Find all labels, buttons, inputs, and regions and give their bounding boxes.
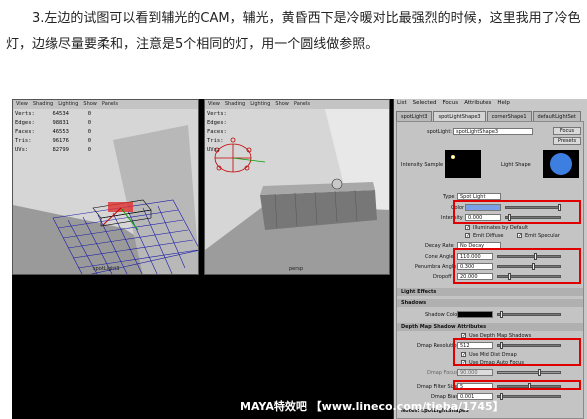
highlight-color-intensity	[453, 200, 581, 224]
menu-view[interactable]: View	[208, 101, 220, 107]
dmap-focus-label: Dmap Focus	[427, 370, 458, 376]
emit-diffuse-label: Emit Diffuse	[473, 233, 504, 239]
tab-spotlight-shape[interactable]: spotLightShape3	[433, 111, 486, 121]
penumbra-angle-label: Penumbra Angle	[415, 264, 457, 270]
emit-specular-checkbox[interactable]: ✓	[517, 233, 522, 239]
intensity-sample-label: Intensity Sample	[401, 162, 444, 168]
viewport-camera-label: spotLight3	[93, 266, 120, 272]
caption-text: 3.左边的试图可以看到辅光的CAM，辅光，黄昏西下是冷暖对比最强烈的时候，这里我…	[6, 11, 581, 52]
menu-panels[interactable]: Panels	[102, 101, 118, 107]
illuminates-by-default-checkbox[interactable]: ✓	[465, 225, 470, 231]
tab-spotlight[interactable]: spotLight3	[396, 111, 433, 121]
viewport-perspective[interactable]: View Shading Lighting Show Panels Verts: Edg…	[204, 99, 390, 275]
highlight-dmap-filter-size	[453, 380, 581, 390]
viewport-spotlight-camera[interactable]: View Shading Lighting Show Panels Verts: 6453…	[12, 99, 199, 275]
maya-screenshot: View Shading Lighting Show Panels Verts: 6453…	[12, 99, 587, 419]
dmap-focus-slider[interactable]	[497, 369, 561, 376]
light-shape-label: Light Shape	[501, 162, 531, 168]
shadow-color-swatch[interactable]	[457, 311, 493, 318]
poly-count-hud: Verts: 64534 0 Edges: 98831 0 Faces: 46553 0 T…	[15, 111, 91, 153]
section-light-effects[interactable]: Light Effects	[397, 288, 583, 296]
menu-shading[interactable]: Shading	[225, 101, 245, 107]
menu-show[interactable]: Show	[275, 101, 289, 107]
intensity-sample-swatch	[445, 150, 481, 178]
highlight-cone-settings	[453, 248, 581, 284]
attribute-editor: List Selected Focus Attributes Help spotLigh…	[393, 99, 587, 419]
highlight-dmap-resolution	[453, 338, 581, 366]
viewport-menu-left[interactable]: View Shading Lighting Show Panels	[13, 100, 198, 109]
menu-panels[interactable]: Panels	[294, 101, 310, 107]
menu-lighting[interactable]: Lighting	[58, 101, 78, 107]
light-shape-swatch	[543, 150, 579, 178]
dmap-bias-slider[interactable]	[497, 393, 561, 400]
menu-lighting[interactable]: Lighting	[250, 101, 270, 107]
node-name-field[interactable]: spotLightShape3	[453, 128, 533, 135]
menu-selected[interactable]: Selected	[413, 100, 437, 106]
watermark-text: MAYA特效吧 【www.lineco.com/tieba/1745】	[240, 400, 504, 413]
menu-list[interactable]: List	[397, 100, 407, 106]
tab-corner-shape[interactable]: cornerShape1	[486, 111, 532, 121]
node-name-label: spotLight:	[427, 129, 452, 135]
decay-rate-label: Decay Rate	[425, 243, 454, 249]
menu-show[interactable]: Show	[83, 101, 97, 107]
dmap-focus-field[interactable]: 90.000	[457, 369, 493, 376]
emit-diffuse-checkbox[interactable]: ✓	[465, 233, 470, 239]
shadow-color-slider[interactable]	[497, 311, 561, 318]
emit-specular-label: Emit Specular	[525, 233, 560, 239]
illuminates-label: Illuminates by Default	[473, 225, 529, 231]
menu-help[interactable]: Help	[497, 100, 510, 106]
menu-attributes[interactable]: Attributes	[464, 100, 491, 106]
viewport-menu-right[interactable]: View Shading Lighting Show Panels	[205, 100, 389, 109]
section-shadows[interactable]: Shadows	[397, 299, 583, 307]
presets-button[interactable]: Presets	[553, 137, 581, 145]
viewport-camera-label: persp	[289, 266, 304, 272]
dmap-filter-size-label: Dmap Filter Size	[417, 384, 458, 390]
menu-view[interactable]: View	[16, 101, 28, 107]
node-tabs: spotLight3 spotLightShape3 cornerShape1 …	[396, 111, 582, 121]
focus-button[interactable]: Focus	[553, 127, 581, 135]
attribute-editor-menu[interactable]: List Selected Focus Attributes Help	[394, 99, 587, 108]
attribute-pane: spotLight: spotLightShape3 Focus Presets…	[396, 121, 584, 419]
menu-focus[interactable]: Focus	[442, 100, 458, 106]
tab-default-light-set[interactable]: defaultLightSet	[532, 111, 581, 121]
light-type-dropdown[interactable]: Spot Light	[457, 193, 501, 200]
menu-shading[interactable]: Shading	[33, 101, 53, 107]
cone-angle-label: Cone Angle	[425, 254, 454, 260]
shadow-color-label: Shadow Color	[425, 312, 460, 318]
dropoff-label: Dropoff	[433, 274, 452, 280]
poly-count-hud: Verts: Edges: Faces: Tris: UVs:	[207, 111, 227, 153]
section-depth-map-shadows[interactable]: Depth Map Shadow Attributes	[397, 323, 583, 331]
